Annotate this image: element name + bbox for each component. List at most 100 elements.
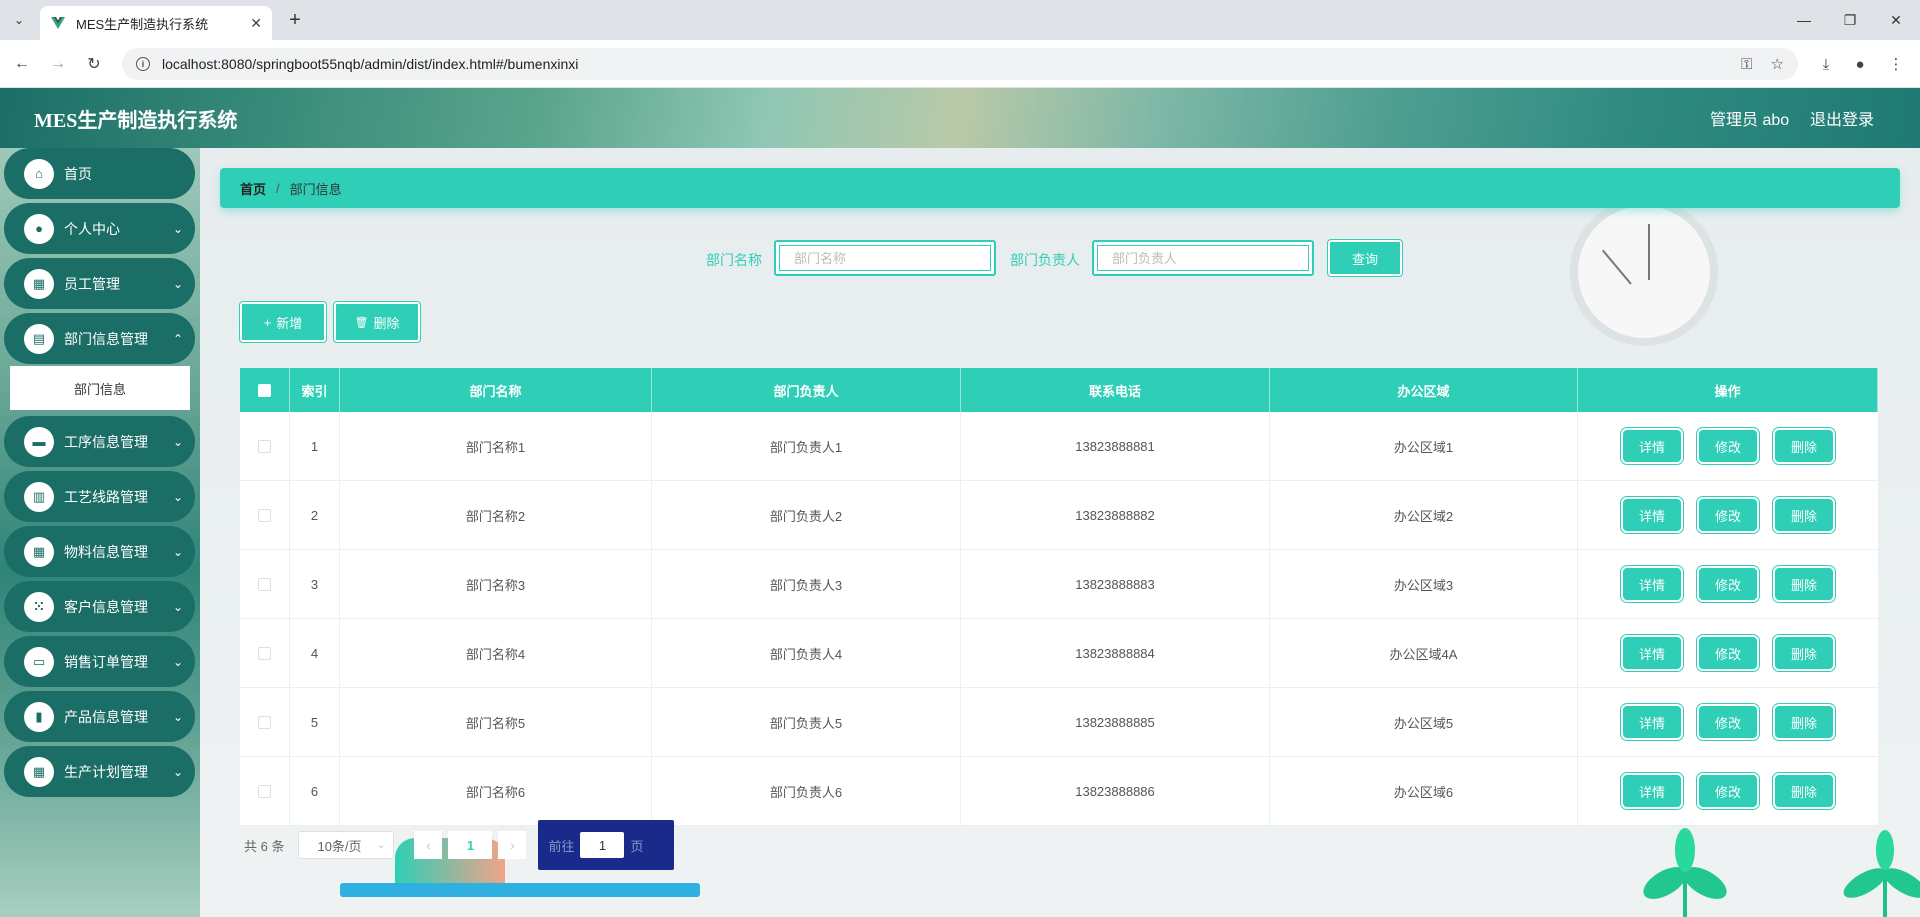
department-head-cell: 部门负责人1 — [652, 412, 961, 480]
url-field[interactable]: i localhost:8080/springboot55nqb/admin/d… — [122, 48, 1798, 80]
department-head-cell: 部门负责人4 — [652, 619, 961, 687]
minimize-icon[interactable]: — — [1784, 6, 1824, 34]
edit-button[interactable]: 修改 — [1696, 427, 1760, 465]
prev-page-icon[interactable]: ‹ — [414, 831, 443, 859]
select-all-checkbox[interactable] — [258, 383, 271, 397]
forward-icon[interactable]: → — [44, 50, 72, 78]
edit-button[interactable]: 修改 — [1696, 496, 1760, 534]
sidebar-item[interactable]: ▦ 生产计划管理 ⌄ — [4, 746, 195, 797]
chevron-icon: ⌄ — [172, 221, 183, 236]
detail-button[interactable]: 详情 — [1620, 772, 1684, 810]
department-name-cell: 部门名称2 — [340, 481, 652, 549]
row-delete-button[interactable]: 删除 — [1772, 772, 1836, 810]
sidebar-item[interactable]: ▤ 部门信息管理 ⌃ — [4, 313, 195, 364]
row-checkbox[interactable] — [258, 784, 271, 798]
detail-button[interactable]: 详情 — [1620, 565, 1684, 603]
detail-button[interactable]: 详情 — [1620, 496, 1684, 534]
sidebar-item[interactable]: ● 个人中心 ⌄ — [4, 203, 195, 254]
row-delete-button[interactable]: 删除 — [1772, 703, 1836, 741]
column-header: 部门名称 — [340, 368, 652, 412]
pagination: 共 6 条 10条/页 ⌄ ‹ 1 › 前往 1 页 — [244, 820, 675, 870]
breadcrumb-separator: / — [276, 180, 280, 196]
tab-close-icon[interactable]: ✕ — [250, 15, 262, 32]
row-checkbox-cell — [240, 757, 290, 825]
back-icon[interactable]: ← — [8, 50, 36, 78]
delete-button[interactable]: 🗑 删除 — [333, 301, 421, 343]
clipboard-icon: ▥ — [24, 481, 54, 512]
department-head-cell: 部门负责人6 — [652, 757, 961, 825]
add-button[interactable]: + 新增 — [239, 301, 327, 343]
browser-tab[interactable]: MES生产制造执行系统 ✕ — [40, 6, 272, 40]
sidebar-item[interactable]: ▦ 物料信息管理 ⌄ — [4, 526, 195, 577]
sidebar-item-label: 工序信息管理 — [64, 433, 148, 450]
phone-cell: 13823888883 — [961, 550, 1270, 618]
office-area-cell: 办公区域1 — [1270, 412, 1578, 480]
sidebar-item[interactable]: ▭ 销售订单管理 ⌄ — [4, 636, 195, 687]
row-checkbox-cell — [240, 412, 290, 480]
row-checkbox[interactable] — [258, 508, 271, 522]
page-size-select[interactable]: 10条/页 ⌄ — [298, 831, 395, 859]
detail-button[interactable]: 详情 — [1620, 634, 1684, 672]
row-delete-button[interactable]: 删除 — [1772, 496, 1836, 534]
department-head-input[interactable] — [1097, 245, 1309, 271]
row-delete-button[interactable]: 删除 — [1772, 565, 1836, 603]
department-name-cell: 部门名称1 — [340, 412, 652, 480]
bookmark-star-icon[interactable]: ☆ — [1771, 55, 1784, 73]
query-button[interactable]: 查询 — [1327, 239, 1403, 277]
monitor-icon: ▭ — [24, 646, 54, 677]
department-head-label: 部门负责人 — [1010, 252, 1080, 268]
sidebar-item[interactable]: ⌂ 首页 — [4, 148, 195, 199]
url-text: localhost:8080/springboot55nqb/admin/dis… — [162, 56, 579, 72]
new-tab-icon[interactable]: + — [282, 8, 308, 32]
row-checkbox[interactable] — [258, 646, 271, 660]
site-info-icon[interactable]: i — [136, 57, 150, 71]
edit-button[interactable]: 修改 — [1696, 703, 1760, 741]
chevron-icon: ⌄ — [172, 276, 183, 291]
table-header: 索引 部门名称 部门负责人 联系电话 办公区域 操作 — [240, 368, 1878, 412]
grid-icon: ▦ — [24, 536, 54, 567]
restore-icon[interactable]: ❐ — [1830, 6, 1870, 34]
vue-logo-icon — [51, 17, 65, 29]
row-checkbox[interactable] — [258, 577, 271, 591]
row-checkbox[interactable] — [258, 439, 271, 453]
row-delete-button[interactable]: 删除 — [1772, 427, 1836, 465]
row-delete-button[interactable]: 删除 — [1772, 634, 1836, 672]
detail-button[interactable]: 详情 — [1620, 427, 1684, 465]
row-checkbox[interactable] — [258, 715, 271, 729]
profile-icon[interactable]: ● — [1848, 52, 1872, 76]
table-row: 1 部门名称1 部门负责人1 13823888881 办公区域1 详情 修改 删除 — [240, 412, 1878, 481]
operations-cell: 详情 修改 删除 — [1578, 619, 1878, 687]
sidebar-item[interactable]: ▮ 产品信息管理 ⌄ — [4, 691, 195, 742]
detail-button[interactable]: 详情 — [1620, 703, 1684, 741]
goto-page-input[interactable]: 1 — [580, 832, 625, 858]
reload-icon[interactable]: ↻ — [80, 50, 108, 78]
sidebar-item[interactable]: ▬ 工序信息管理 ⌄ — [4, 416, 195, 467]
window-close-icon[interactable]: ✕ — [1876, 6, 1916, 34]
sidebar-item-label: 客户信息管理 — [64, 598, 148, 615]
browser-menu-icon[interactable]: ⋮ — [1884, 52, 1908, 76]
password-key-icon[interactable]: ⚿ — [1741, 56, 1752, 73]
sidebar-item-label: 生产计划管理 — [64, 763, 148, 780]
sidebar-item[interactable]: ▦ 员工管理 ⌄ — [4, 258, 195, 309]
breadcrumb-home[interactable]: 首页 — [240, 179, 266, 198]
chevron-down-icon: ⌄ — [377, 839, 386, 851]
tab-title: MES生产制造执行系统 — [76, 16, 209, 32]
office-area-cell: 办公区域3 — [1270, 550, 1578, 618]
edit-button[interactable]: 修改 — [1696, 634, 1760, 672]
logout-link[interactable]: 退出登录 — [1810, 106, 1874, 130]
tab-search-icon[interactable]: ⌄ — [6, 8, 32, 32]
edit-button[interactable]: 修改 — [1696, 565, 1760, 603]
edit-button[interactable]: 修改 — [1696, 772, 1760, 810]
sidebar-subitem-department-info[interactable]: 部门信息 — [10, 366, 190, 410]
department-table: 索引 部门名称 部门负责人 联系电话 办公区域 操作 1 部门名称1 部门负责人1 1… — [240, 368, 1878, 826]
operations-cell: 详情 修改 删除 — [1578, 412, 1878, 480]
total-count: 共 6 条 — [244, 838, 285, 854]
download-icon[interactable]: ⤓ — [1814, 52, 1838, 76]
department-name-field-wrap — [774, 240, 996, 276]
sidebar-item[interactable]: ⁙ 客户信息管理 ⌄ — [4, 581, 195, 632]
current-page[interactable]: 1 — [448, 831, 493, 859]
sidebar-item-label: 部门信息管理 — [64, 330, 148, 347]
department-name-input[interactable] — [779, 245, 991, 271]
next-page-icon[interactable]: › — [498, 831, 527, 859]
sidebar-item[interactable]: ▥ 工艺线路管理 ⌄ — [4, 471, 195, 522]
